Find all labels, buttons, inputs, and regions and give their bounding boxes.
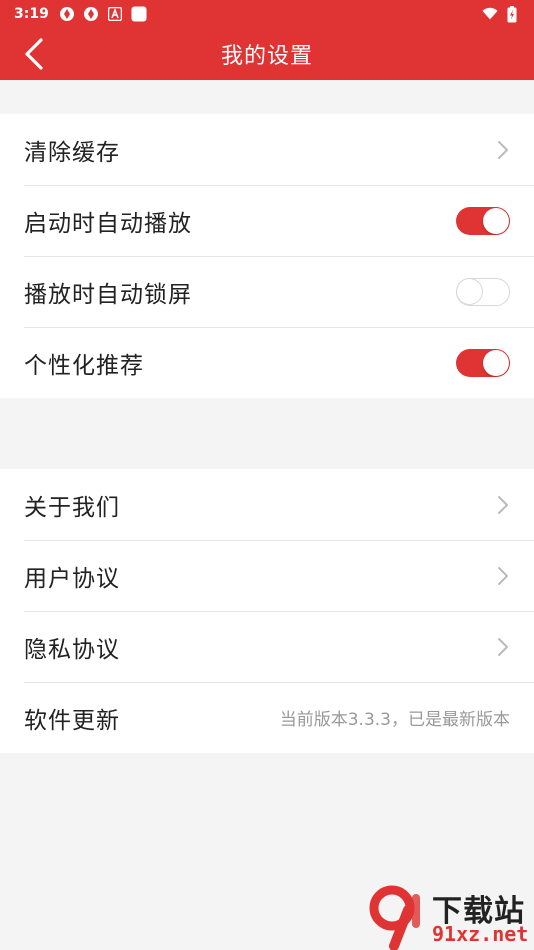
sync-icon (83, 6, 99, 22)
auto-lock-label: 播放时自动锁屏 (24, 281, 192, 308)
autoplay-toggle[interactable] (456, 206, 510, 235)
clear-cache-row[interactable]: 清除缓存 (0, 114, 534, 185)
status-time: 3:19 (14, 6, 49, 22)
auto-lock-toggle[interactable] (456, 277, 510, 306)
watermark-url: 91xz.net (432, 922, 529, 946)
personalized-row: 个性化推荐 (0, 327, 534, 398)
status-icons-right (482, 5, 520, 22)
watermark-logo: 下载站 91xz.net (364, 884, 534, 950)
toggle-knob (483, 349, 509, 376)
settings-group-playback: 清除缓存 启动时自动播放 播放时自动锁屏 个性化推荐 (0, 114, 534, 398)
about-us-label: 关于我们 (24, 494, 120, 521)
software-update-label: 软件更新 (24, 707, 120, 734)
about-us-row[interactable]: 关于我们 (0, 469, 534, 540)
personalized-label: 个性化推荐 (24, 352, 144, 379)
wifi-icon (482, 6, 498, 22)
user-agreement-label: 用户协议 (24, 565, 120, 592)
personalized-toggle[interactable] (456, 348, 510, 377)
app-a-icon (107, 6, 123, 22)
status-bar: 3:19 (0, 0, 534, 28)
app-bar: 我的设置 (0, 28, 534, 80)
settings-group-about: 关于我们 用户协议 隐私协议 软件更新 当前版本3.3.3，已是最新版本 (0, 469, 534, 753)
chevron-right-icon (496, 139, 510, 161)
square-app-icon (131, 6, 147, 22)
software-update-row[interactable]: 软件更新 当前版本3.3.3，已是最新版本 (0, 682, 534, 753)
auto-lock-row: 播放时自动锁屏 (0, 256, 534, 327)
sync-icon (59, 6, 75, 22)
battery-charging-icon (504, 5, 520, 22)
chevron-right-icon (496, 565, 510, 587)
watermark-9-icon (369, 885, 420, 950)
version-status-text: 当前版本3.3.3，已是最新版本 (279, 710, 510, 730)
privacy-agreement-row[interactable]: 隐私协议 (0, 611, 534, 682)
autoplay-row: 启动时自动播放 (0, 185, 534, 256)
autoplay-label: 启动时自动播放 (24, 210, 192, 237)
privacy-agreement-label: 隐私协议 (24, 636, 120, 663)
user-agreement-row[interactable]: 用户协议 (0, 540, 534, 611)
back-button[interactable] (16, 36, 52, 72)
chevron-right-icon (496, 494, 510, 516)
status-icons-left (59, 6, 147, 22)
chevron-left-icon (25, 38, 43, 70)
toggle-knob (483, 207, 509, 234)
toggle-knob (457, 278, 482, 304)
chevron-right-icon (496, 636, 510, 658)
page-title: 我的设置 (220, 44, 313, 69)
clear-cache-label: 清除缓存 (24, 139, 120, 166)
